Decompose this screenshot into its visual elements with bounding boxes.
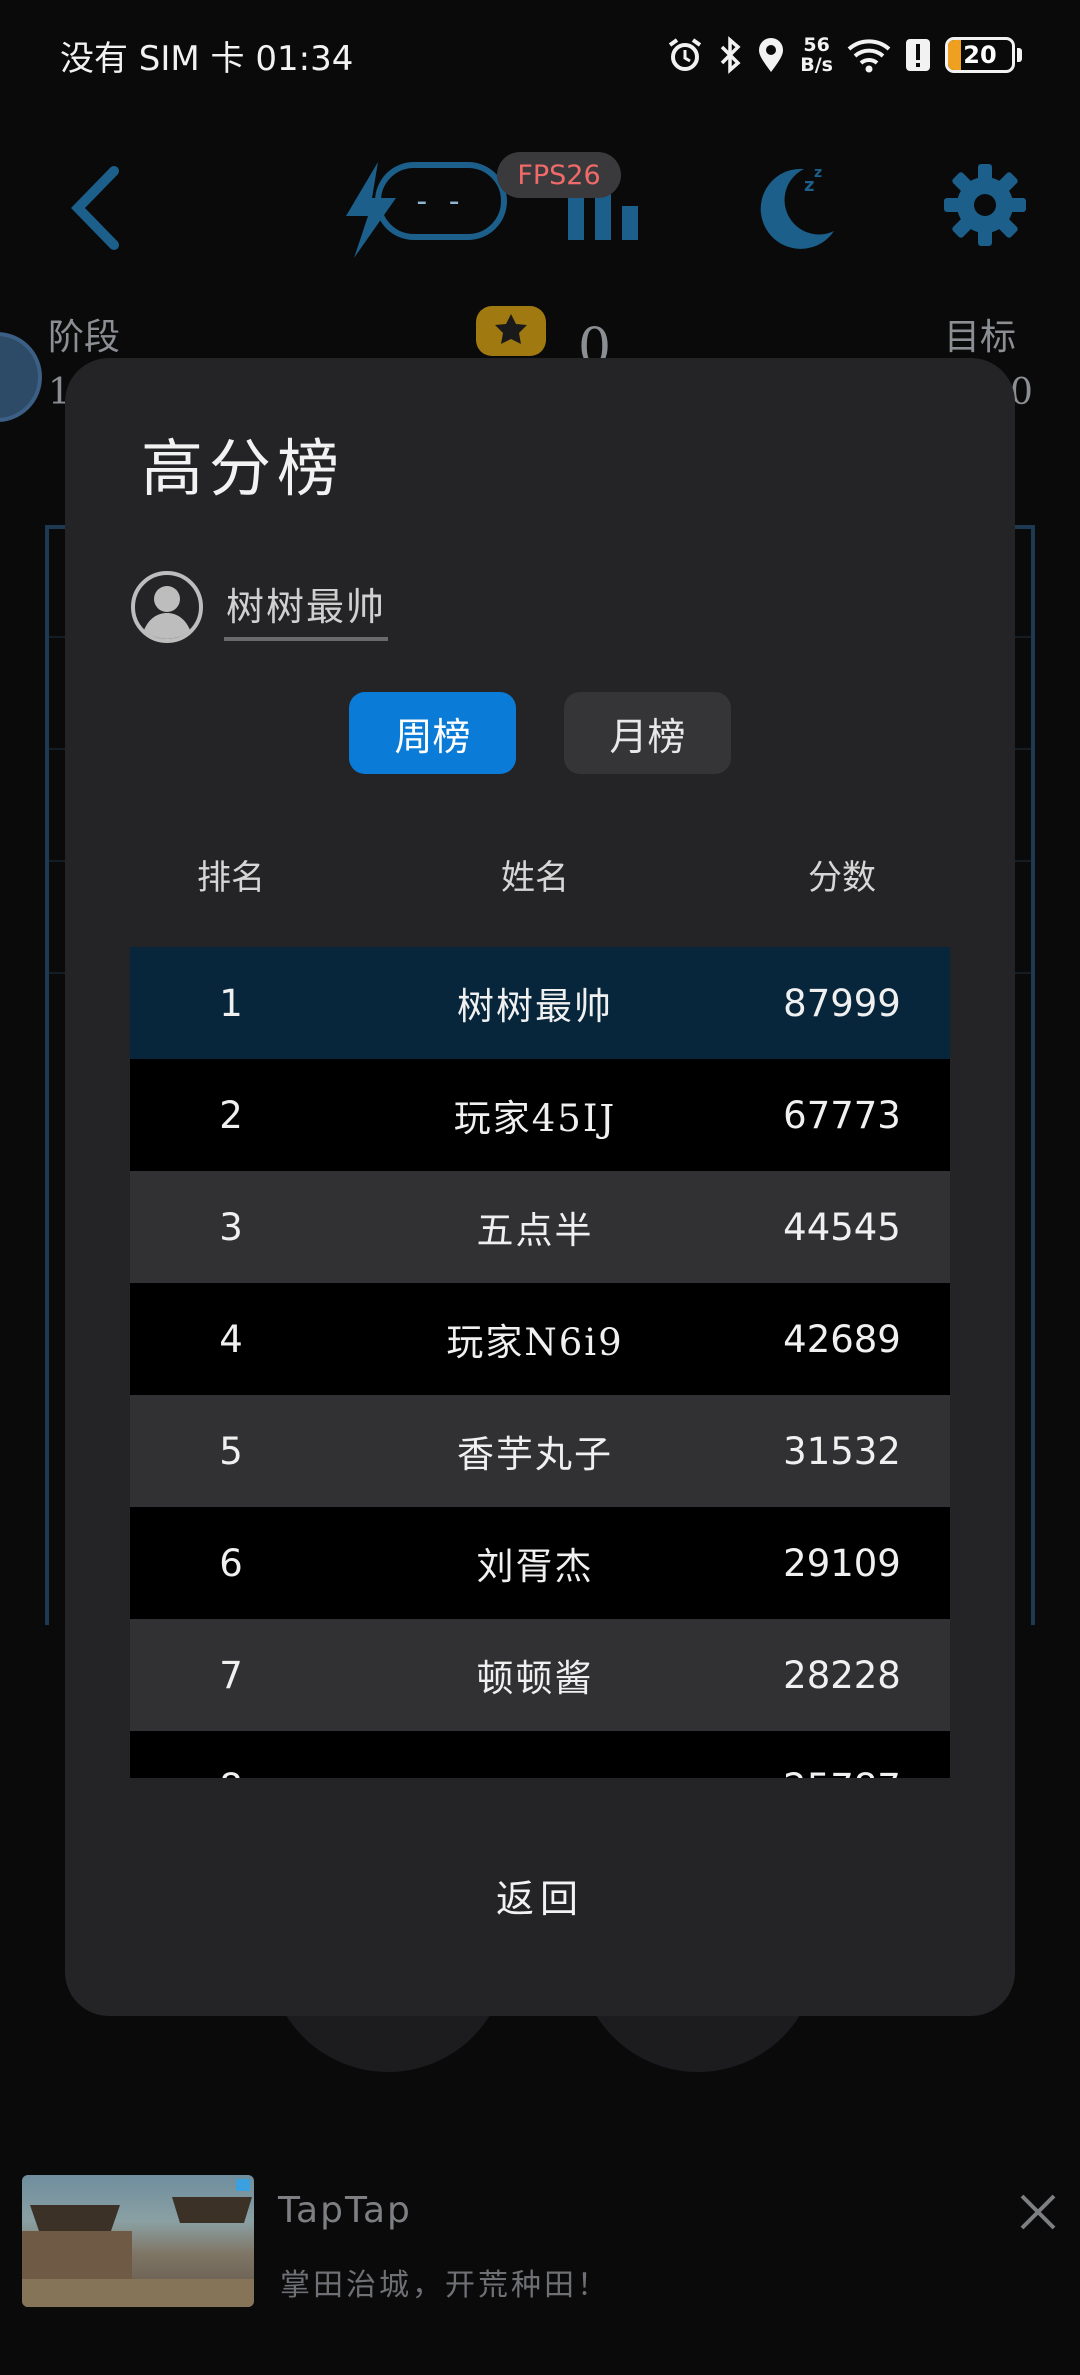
- table-row: 7 顿顿酱 28228: [130, 1619, 950, 1731]
- table-row: 6 刘胥杰 29109: [130, 1507, 950, 1619]
- name-cell: 五点半: [476, 1209, 594, 1252]
- name-cell: …: [516, 1731, 555, 1779]
- table-row: 2 玩家45IJ 67773: [130, 1059, 950, 1171]
- net-speed: 56 B/s: [800, 34, 833, 76]
- stage-label: 阶段: [48, 317, 121, 358]
- rank-cell: 8: [219, 1731, 243, 1779]
- table-row: 4 玩家N6i9 42689: [130, 1283, 950, 1395]
- table-row: 5 香芋丸子 31532: [130, 1395, 950, 1507]
- user-avatar-icon: [130, 570, 204, 644]
- status-bar: 没有 SIM 卡 01:34 56 B/s 20: [0, 0, 1080, 110]
- ad-title[interactable]: TapTap: [278, 2190, 412, 2231]
- score-cell: 87999: [783, 981, 901, 1025]
- column-header-score: 分数: [808, 858, 876, 898]
- rank-cell: 2: [219, 1093, 243, 1137]
- return-button[interactable]: 返回: [496, 1868, 584, 1923]
- table-row: 3 五点半 44545: [130, 1171, 950, 1283]
- trophy-icon: [468, 302, 554, 366]
- score-cell: 28228: [783, 1653, 901, 1697]
- ad-thumbnail-image[interactable]: [22, 2175, 254, 2307]
- name-cell: 香芋丸子: [457, 1433, 613, 1476]
- score-cell: 31532: [783, 1429, 901, 1473]
- score-cell: 67773: [783, 1093, 901, 1137]
- ad-banner[interactable]: TapTap 掌田治城，开荒种田！: [0, 2150, 1080, 2375]
- dialog-title: 高分榜: [141, 432, 346, 505]
- rank-cell: 1: [219, 981, 243, 1025]
- score-cell: 29109: [783, 1541, 901, 1585]
- location-icon: [756, 36, 786, 74]
- close-icon[interactable]: [1016, 2190, 1060, 2234]
- svg-text:z: z: [814, 165, 822, 181]
- status-icons: 56 B/s 20: [666, 35, 1022, 75]
- back-icon[interactable]: [66, 165, 126, 255]
- column-header-rank: 排名: [197, 858, 265, 898]
- score-cell: 25787: [783, 1731, 901, 1779]
- bluetooth-icon: [718, 36, 742, 74]
- column-header-name: 姓名: [501, 858, 569, 898]
- name-cell: 顿顿酱: [476, 1657, 594, 1700]
- tab-monthly[interactable]: 月榜: [564, 692, 731, 774]
- user-name-field[interactable]: 树树最帅: [224, 574, 389, 641]
- leaderboard-table[interactable]: 1 树树最帅 87999 2 玩家45IJ 67773 3 五点半 44545 …: [130, 947, 950, 1778]
- target-label: 目标: [944, 317, 1017, 358]
- rank-cell: 3: [219, 1205, 243, 1249]
- alert-icon: [905, 36, 931, 74]
- side-avatar: [0, 332, 42, 422]
- name-cell: 刘胥杰: [476, 1545, 594, 1588]
- speed-display: - -: [375, 162, 507, 240]
- settings-icon[interactable]: [940, 160, 1030, 254]
- alarm-icon: [666, 36, 704, 74]
- table-row: 1 树树最帅 87999: [130, 947, 950, 1059]
- current-user: 树树最帅: [130, 570, 389, 644]
- ad-description[interactable]: 掌田治城，开荒种田！: [280, 2260, 610, 2304]
- leaderboard-dialog: 高分榜 树树最帅 周榜 月榜 排名 姓名 分数 1 树树最帅 87999 2 玩…: [65, 358, 1015, 2016]
- name-cell: 玩家N6i9: [446, 1321, 624, 1364]
- carrier-time: 没有 SIM 卡 01:34: [60, 38, 354, 79]
- name-cell: 树树最帅: [457, 985, 613, 1028]
- rank-cell: 5: [219, 1429, 243, 1473]
- fps-badge: FPS26: [497, 152, 621, 198]
- app-screen: 没有 SIM 卡 01:34 56 B/s 20 z z - - FPS26 阶…: [0, 0, 1080, 2375]
- svg-text:z: z: [804, 175, 814, 196]
- table-row: 8 … 25787: [130, 1731, 950, 1778]
- rank-cell: 7: [219, 1653, 243, 1697]
- rank-cell: 4: [219, 1317, 243, 1361]
- rank-cell: 6: [219, 1541, 243, 1585]
- sleep-moon-icon[interactable]: zz: [752, 155, 842, 259]
- tab-weekly[interactable]: 周榜: [349, 692, 516, 774]
- name-cell: 玩家45IJ: [453, 1097, 617, 1140]
- score-cell: 44545: [783, 1205, 901, 1249]
- wifi-icon: [847, 37, 891, 73]
- score-cell: 42689: [783, 1317, 901, 1361]
- battery-icon: 20: [945, 37, 1022, 73]
